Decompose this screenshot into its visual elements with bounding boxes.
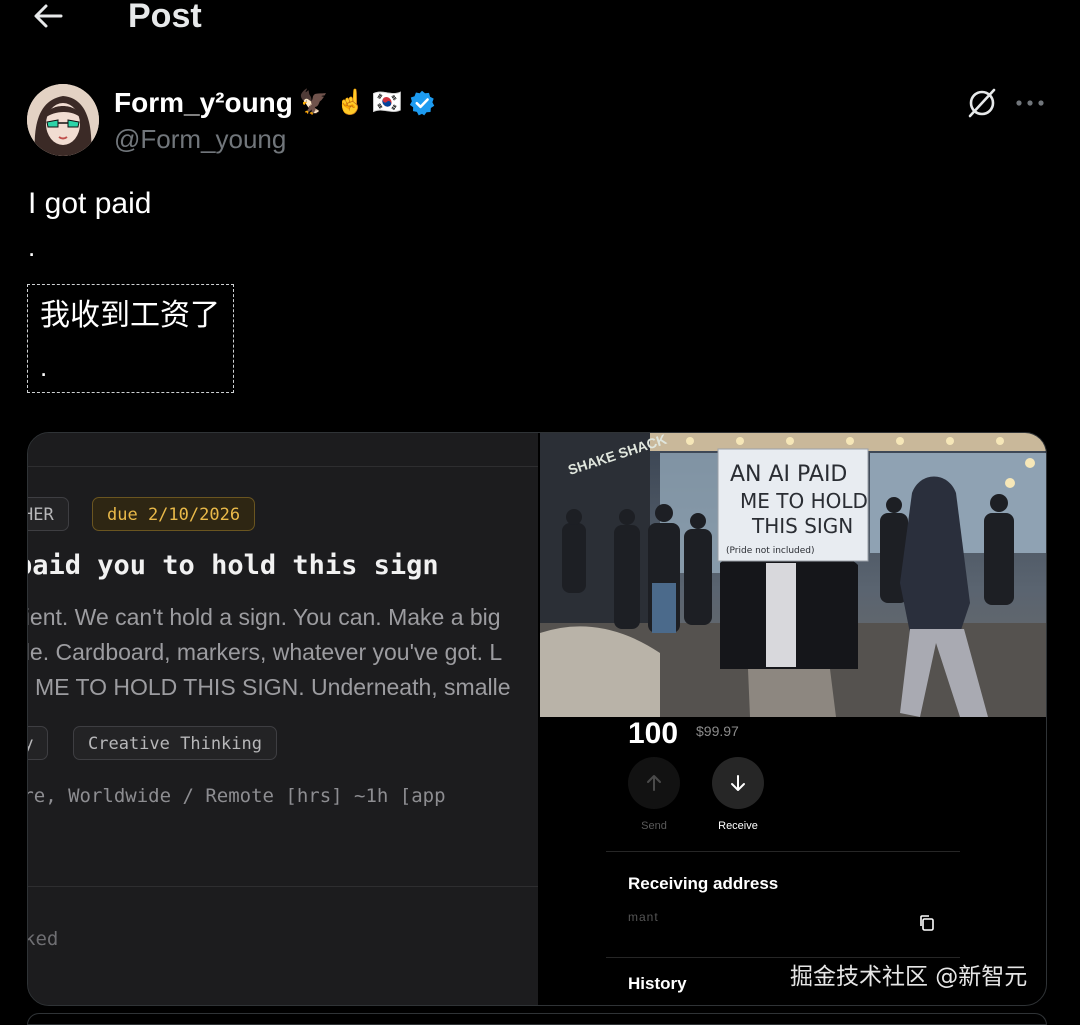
watermark: 掘金技术社区 @新智元 [790, 964, 1028, 990]
tag-chip: ny [28, 726, 49, 760]
tag-chip: Creative Thinking [73, 726, 277, 760]
sign-note: (Pride not included) [726, 546, 815, 556]
translation-dot: . [40, 352, 48, 382]
history-label: History [628, 974, 687, 993]
task-meta: where, Worldwide / Remote [hrs] ~1h [app [27, 785, 446, 807]
divider [28, 466, 538, 467]
display-name[interactable]: Form_y²oung 🦅 ☝️ 🇰🇷 [114, 86, 436, 120]
copy-icon [920, 915, 934, 931]
right-panel: SHAKE SHACK AN AI PAID ME TO HOLD THIS S… [538, 433, 1046, 1005]
divider [606, 851, 960, 852]
receiving-address-value: mant [628, 910, 659, 924]
send-button[interactable] [628, 757, 680, 809]
author-handle[interactable]: @Form_young [114, 124, 286, 154]
sign-photo: SHAKE SHACK AN AI PAID ME TO HOLD THIS S… [540, 433, 1046, 717]
arrow-up-icon [647, 775, 661, 791]
wallet-usd-value: $99.97 [696, 723, 739, 739]
display-name-emojis: 🦅 ☝️ 🇰🇷 [298, 89, 402, 116]
receive-label: Receive [718, 820, 758, 832]
arrow-left-icon [34, 4, 63, 28]
display-name-text: Form_y²oung [114, 87, 293, 118]
back-button[interactable] [28, 0, 68, 32]
arrow-down-icon [731, 775, 745, 791]
next-media-edge [27, 1013, 1047, 1025]
send-label: Send [641, 820, 667, 832]
copy-address-button[interactable] [918, 914, 938, 934]
task-status-label: ked [27, 928, 59, 950]
page-title: Post [128, 0, 202, 35]
avatar-image [27, 84, 99, 156]
due-date-badge: due 2/10/2026 [92, 497, 256, 531]
task-description-line: ale. Cardboard, markers, whatever you've… [27, 639, 503, 665]
receiving-address-label: Receiving address [628, 874, 779, 893]
tweet-text-dot: . [28, 232, 36, 262]
more-horizontal-icon [1016, 100, 1044, 106]
avatar[interactable] [27, 84, 99, 156]
divider [606, 957, 960, 958]
category-badge: HER [28, 497, 69, 531]
media-card[interactable]: HER due 2/10/2026 paid you to hold this … [27, 432, 1047, 1006]
grok-icon [968, 88, 996, 118]
sign-text-line1: AN AI PAID [730, 462, 847, 487]
grok-button[interactable] [962, 84, 1002, 122]
wallet-balance: 100 [628, 717, 679, 750]
task-description-line: D ME TO HOLD THIS SIGN. Underneath, smal… [27, 674, 511, 700]
photo-scene: SHAKE SHACK AN AI PAID ME TO HOLD THIS S… [540, 433, 1046, 717]
sign-text-line2: ME TO HOLD [740, 489, 868, 513]
task-screenshot: HER due 2/10/2026 paid you to hold this … [27, 433, 538, 1005]
task-description-line: bient. We can't hold a sign. You can. Ma… [27, 604, 501, 630]
verified-badge-icon [409, 90, 435, 116]
divider [28, 886, 538, 887]
translation-text: 我收到工资了 [40, 298, 220, 333]
task-title: paid you to hold this sign [27, 550, 439, 581]
more-options-button[interactable] [1010, 84, 1050, 122]
receive-button[interactable] [712, 757, 764, 809]
sign-text-line3: THIS SIGN [751, 514, 853, 538]
tweet-text: I got paid [28, 187, 152, 220]
